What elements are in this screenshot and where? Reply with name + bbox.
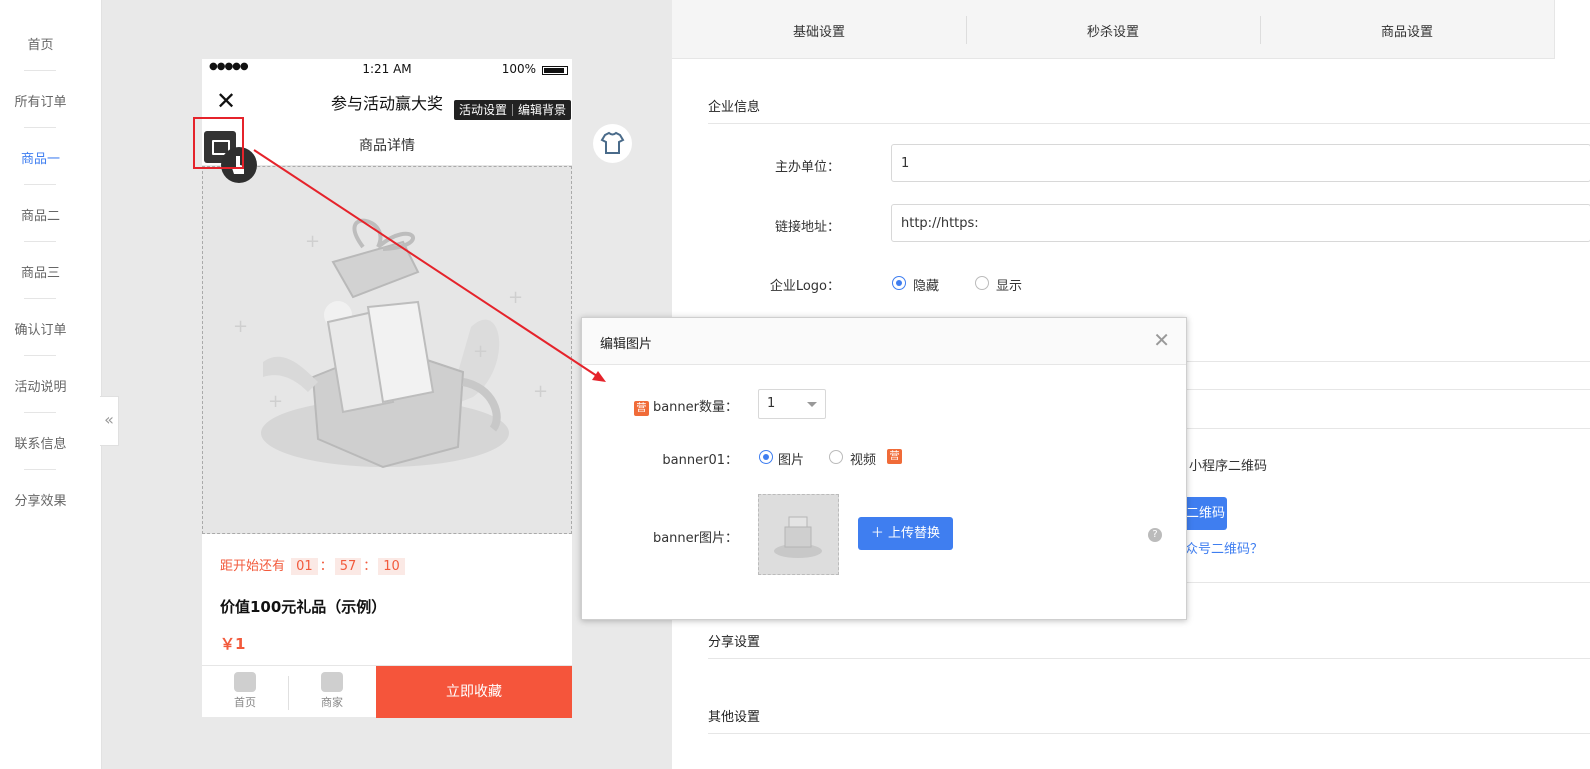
tab-basic-settings[interactable]: 基础设置 — [672, 21, 966, 40]
logo-label: 企业Logo： — [769, 279, 840, 294]
section-share-settings: 分享设置 — [708, 635, 761, 650]
divider — [24, 412, 56, 413]
banner-type-video-label: 视频 — [850, 453, 877, 468]
svg-text:+: + — [233, 316, 248, 337]
link-input[interactable]: http://https: — [891, 204, 1590, 242]
upload-replace-button[interactable]: ＋ 上传替换 — [858, 517, 953, 550]
official-account-qr-link[interactable]: 众号二维码？ — [1185, 538, 1263, 557]
tab-home-label: 首页 — [234, 696, 256, 709]
sidebar-item-product-3[interactable]: 商品三 — [0, 262, 81, 281]
tab-product-settings[interactable]: 商品设置 — [1260, 21, 1554, 40]
section-other-settings: 其他设置 — [708, 710, 761, 725]
product-price: ￥1 — [220, 635, 246, 653]
svg-text:+: + — [268, 391, 283, 412]
divider — [708, 658, 1590, 659]
battery-text: 100% — [501, 62, 536, 76]
banner01-label: banner01： — [662, 453, 738, 468]
sidebar-nav: 首页 所有订单 商品一 商品二 商品三 确认订单 活动说明 联系信息 分享效果 — [0, 0, 102, 769]
status-bar: ●●●●● 1:21 AM 100% — [202, 59, 572, 79]
activity-settings-button[interactable]: 活动设置 — [454, 100, 512, 120]
dialog-header: 编辑图片 ✕ — [582, 318, 1186, 365]
banner-type-video-radio[interactable] — [829, 450, 843, 464]
svg-text:+: + — [508, 287, 523, 308]
link-label: 链接地址： — [774, 220, 840, 235]
sidebar-item-orders[interactable]: 所有订单 — [0, 91, 81, 110]
help-icon[interactable]: ? — [1148, 528, 1162, 542]
countdown-seconds: 10 — [378, 558, 405, 575]
logo-show-radio[interactable] — [975, 276, 989, 290]
marketing-tag-icon: 营 — [887, 449, 902, 464]
banner-area[interactable]: + + + + + + — [202, 166, 572, 534]
tab-seckill-settings[interactable]: 秒杀设置 — [966, 21, 1260, 40]
countdown-hours: 01 — [291, 558, 318, 575]
sidebar-item-share[interactable]: 分享效果 — [0, 490, 81, 509]
bottom-bar: 首页 商家 立即收藏 — [202, 665, 572, 718]
banner-type-image-label: 图片 — [778, 453, 805, 468]
countdown-separator: ： — [363, 559, 377, 574]
divider — [24, 469, 56, 470]
banner-count-value: 1 — [767, 396, 776, 411]
divider — [24, 355, 56, 356]
svg-text:+: + — [305, 231, 320, 252]
dialog-title: 编辑图片 — [600, 337, 653, 352]
home-icon — [234, 672, 256, 692]
banner-image-label: banner图片： — [652, 531, 738, 546]
edit-background-button[interactable]: 编辑背景 — [513, 100, 571, 120]
qr-code-button[interactable]: 二维码 — [1184, 497, 1227, 530]
tab-home[interactable]: 首页 — [202, 672, 288, 710]
marketing-tag-icon: 营 — [633, 401, 649, 416]
sidebar-item-confirm-order[interactable]: 确认订单 — [0, 319, 81, 338]
banner-thumbnail[interactable] — [758, 494, 839, 575]
phone-preview: ●●●●● 1:21 AM 100% ✕ 参与活动赢大奖 活动设置 编辑背景 商… — [202, 59, 572, 718]
divider — [708, 733, 1590, 734]
divider — [24, 298, 56, 299]
divider — [24, 127, 56, 128]
logo-hide-radio[interactable] — [892, 276, 906, 290]
sidebar-item-activity-desc[interactable]: 活动说明 — [0, 376, 81, 395]
logo-hide-label: 隐藏 — [913, 279, 940, 294]
banner-count-label: 营 banner数量： — [588, 396, 738, 416]
banner-type-image-radio[interactable] — [759, 450, 773, 464]
divider — [708, 123, 1590, 124]
tab-shop[interactable]: 商家 — [289, 672, 375, 710]
section-enterprise-info: 企业信息 — [708, 100, 761, 115]
edit-toolbar: 活动设置 编辑背景 — [454, 100, 572, 120]
product-title: 价值100元礼品（示例） — [220, 598, 387, 616]
shop-icon — [321, 672, 343, 692]
battery-icon — [542, 66, 568, 75]
svg-text:+: + — [533, 381, 548, 402]
gift-box-illustration: + + + + + + — [233, 218, 548, 469]
sidebar-item-contact[interactable]: 联系信息 — [0, 433, 81, 452]
banner-count-text: banner数量： — [652, 400, 738, 415]
countdown-minutes: 57 — [334, 558, 362, 575]
sidebar-item-home[interactable]: 首页 — [0, 34, 81, 53]
sidebar-item-product-1[interactable]: 商品一 — [0, 148, 81, 167]
org-label: 主办单位： — [774, 160, 840, 175]
edit-image-dialog: 编辑图片 ✕ 营 banner数量： 1 banner01： 图片 视频 营 b… — [581, 317, 1187, 620]
close-icon[interactable]: ✕ — [1153, 328, 1170, 352]
countdown-separator: ： — [319, 559, 333, 574]
shirt-icon[interactable] — [593, 124, 632, 163]
collect-now-button[interactable]: 立即收藏 — [376, 666, 572, 718]
sidebar-collapse-button[interactable]: « — [100, 396, 119, 446]
divider — [24, 70, 56, 71]
sidebar-item-product-2[interactable]: 商品二 — [0, 205, 81, 224]
org-input[interactable]: 1 — [891, 144, 1590, 182]
countdown-label: 距开始还有 — [220, 559, 286, 574]
logo-show-label: 显示 — [996, 279, 1023, 294]
divider — [24, 241, 56, 242]
product-detail-header: 商品详情 — [202, 121, 572, 166]
tab-shop-label: 商家 — [321, 696, 343, 709]
product-detail-title: 商品详情 — [359, 138, 415, 154]
settings-tabs: 基础设置 秒杀设置 商品设置 — [672, 0, 1555, 59]
highlight-box — [193, 117, 244, 169]
countdown: 距开始还有 01： 57： 10 — [220, 555, 407, 575]
divider — [24, 184, 56, 185]
mini-program-qr-label: 小程序二维码 — [1189, 459, 1268, 474]
chevron-down-icon — [807, 402, 817, 407]
banner-count-select[interactable]: 1 — [758, 389, 826, 419]
svg-text:+: + — [473, 341, 488, 362]
